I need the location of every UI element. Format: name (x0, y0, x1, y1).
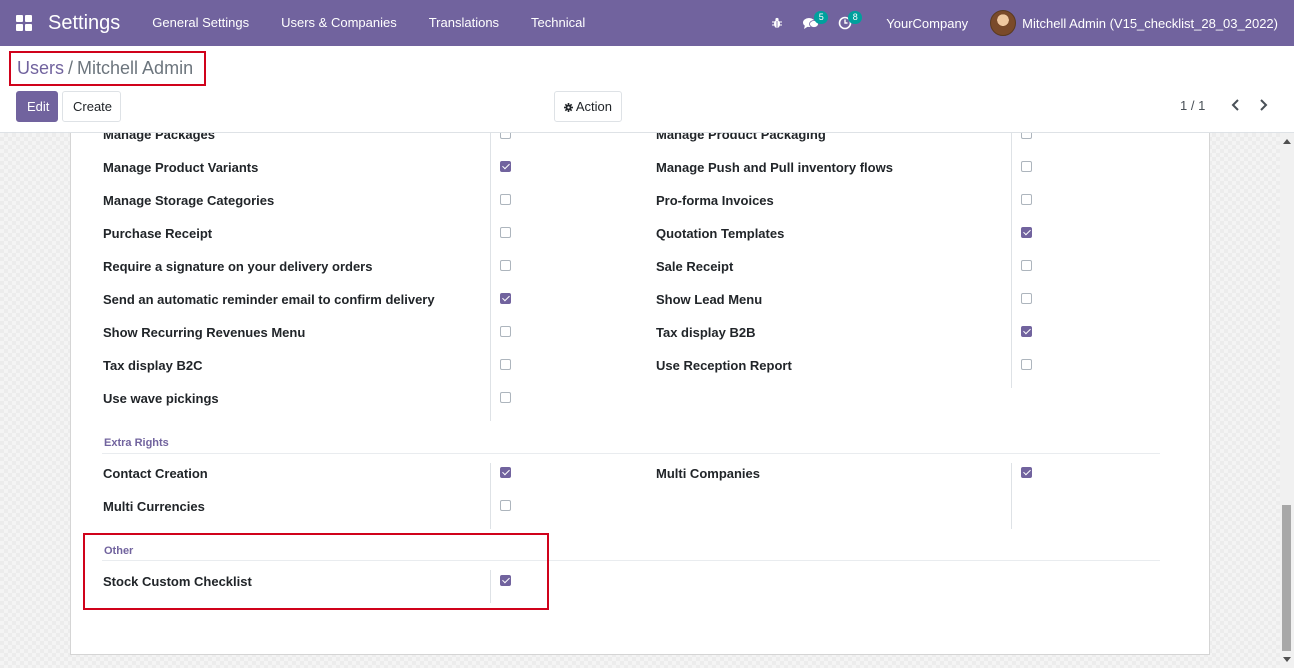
breadcrumb-current: Mitchell Admin (77, 58, 194, 78)
checkbox-checked[interactable] (500, 293, 511, 304)
user-name: Mitchell Admin (V15_checklist_28_03_2022… (1022, 15, 1278, 31)
right-label: Manage Storage Categories (103, 193, 275, 208)
gear-icon (563, 103, 573, 112)
column-divider-left (490, 463, 491, 529)
right-label: Show Lead Menu (656, 292, 763, 307)
right-label: Tax display B2B (656, 325, 756, 340)
scrollbar-thumb[interactable] (1282, 505, 1291, 651)
column-divider-right (1011, 133, 1012, 388)
right-label: Show Recurring Revenues Menu (103, 325, 306, 340)
menu-translations[interactable]: Translations (413, 0, 515, 46)
scroll-down-arrow-icon[interactable] (1283, 657, 1291, 662)
checkbox-unchecked[interactable] (500, 500, 511, 511)
right-label: Manage Packages (103, 133, 216, 142)
checkbox-unchecked[interactable] (500, 392, 511, 403)
right-label: Multi Currencies (103, 499, 205, 514)
company-switcher[interactable]: YourCompany (862, 16, 990, 31)
menu-general-settings[interactable]: General Settings (136, 0, 265, 46)
right-label: Multi Companies (656, 466, 761, 481)
checkbox-unchecked[interactable] (1021, 161, 1032, 172)
right-label: Send an automatic reminder email to conf… (103, 292, 435, 307)
menu-users-companies[interactable]: Users & Companies (265, 0, 413, 46)
action-button[interactable]: Action (554, 91, 622, 122)
right-label: Manage Push and Pull inventory flows (656, 160, 893, 175)
checkbox-unchecked[interactable] (1021, 133, 1032, 139)
highlight-box-other (83, 533, 549, 610)
checkbox-unchecked[interactable] (1021, 359, 1032, 370)
action-button-label: Action (575, 99, 613, 114)
systray: 5 8 YourCompany Mitchell Admin (V15_chec… (760, 0, 1294, 46)
right-label: Pro-forma Invoices (656, 193, 774, 208)
top-navbar: Settings General Settings Users & Compan… (0, 0, 1294, 46)
checkbox-unchecked[interactable] (500, 133, 511, 139)
checkbox-unchecked[interactable] (1021, 194, 1032, 205)
breadcrumb-separator: / (68, 58, 74, 78)
breadcrumb: Users / Mitchell Admin (9, 51, 206, 86)
apps-grid-icon[interactable] (16, 15, 32, 31)
checkbox-unchecked[interactable] (500, 194, 511, 205)
right-label: Require a signature on your delivery ord… (103, 259, 373, 274)
chat-icon[interactable]: 5 (794, 0, 829, 46)
group-separator (102, 453, 1160, 454)
right-label: Sale Receipt (656, 259, 734, 274)
checkbox-unchecked[interactable] (500, 227, 511, 238)
checkbox-checked[interactable] (500, 161, 511, 172)
checkbox-unchecked[interactable] (500, 260, 511, 271)
right-label: Manage Product Variants (103, 160, 259, 175)
checkbox-checked[interactable] (1021, 467, 1032, 478)
scroll-up-arrow-icon[interactable] (1283, 139, 1291, 144)
menu-technical[interactable]: Technical (515, 0, 601, 46)
checkbox-checked[interactable] (1021, 227, 1032, 238)
app-brand[interactable]: Settings (48, 12, 120, 35)
avatar (990, 10, 1017, 36)
edit-button[interactable]: Edit (16, 91, 58, 122)
bug-icon[interactable] (760, 0, 794, 46)
checkbox-unchecked[interactable] (1021, 293, 1032, 304)
activities-count-badge: 8 (848, 11, 863, 24)
column-divider-left (490, 133, 491, 421)
checkbox-checked[interactable] (500, 467, 511, 478)
control-panel: Users / Mitchell Admin Edit Create Actio… (0, 46, 1294, 133)
messages-count-badge: 5 (814, 11, 829, 24)
checkbox-unchecked[interactable] (1021, 260, 1032, 271)
right-label: Tax display B2C (103, 358, 203, 373)
group-title-extra-rights: Extra Rights (104, 437, 169, 449)
clock-icon[interactable]: 8 (828, 0, 863, 46)
right-label: Use wave pickings (103, 391, 219, 406)
right-label: Quotation Templates (656, 226, 785, 241)
checkbox-unchecked[interactable] (500, 359, 511, 370)
chevron-right-icon[interactable] (1255, 97, 1271, 113)
pager-value[interactable]: 1 / 1 (1180, 98, 1205, 113)
form-sheet: Manage Packages Manage Product Variants Ma… (70, 133, 1210, 655)
checkbox-unchecked[interactable] (500, 326, 511, 337)
breadcrumb-users-link[interactable]: Users (17, 58, 64, 79)
right-label: Contact Creation (103, 466, 208, 481)
create-button[interactable]: Create (62, 91, 121, 122)
column-divider-right (1011, 463, 1012, 529)
chevron-left-icon[interactable] (1228, 97, 1244, 113)
checkbox-checked[interactable] (1021, 326, 1032, 337)
user-menu[interactable]: Mitchell Admin (V15_checklist_28_03_2022… (990, 10, 1294, 36)
right-label: Manage Product Packaging (656, 133, 826, 142)
right-label: Use Reception Report (656, 358, 792, 373)
form-scroll-area[interactable]: Manage Packages Manage Product Variants Ma… (0, 133, 1294, 668)
right-label: Purchase Receipt (103, 226, 213, 241)
vertical-scrollbar[interactable] (1280, 133, 1294, 668)
